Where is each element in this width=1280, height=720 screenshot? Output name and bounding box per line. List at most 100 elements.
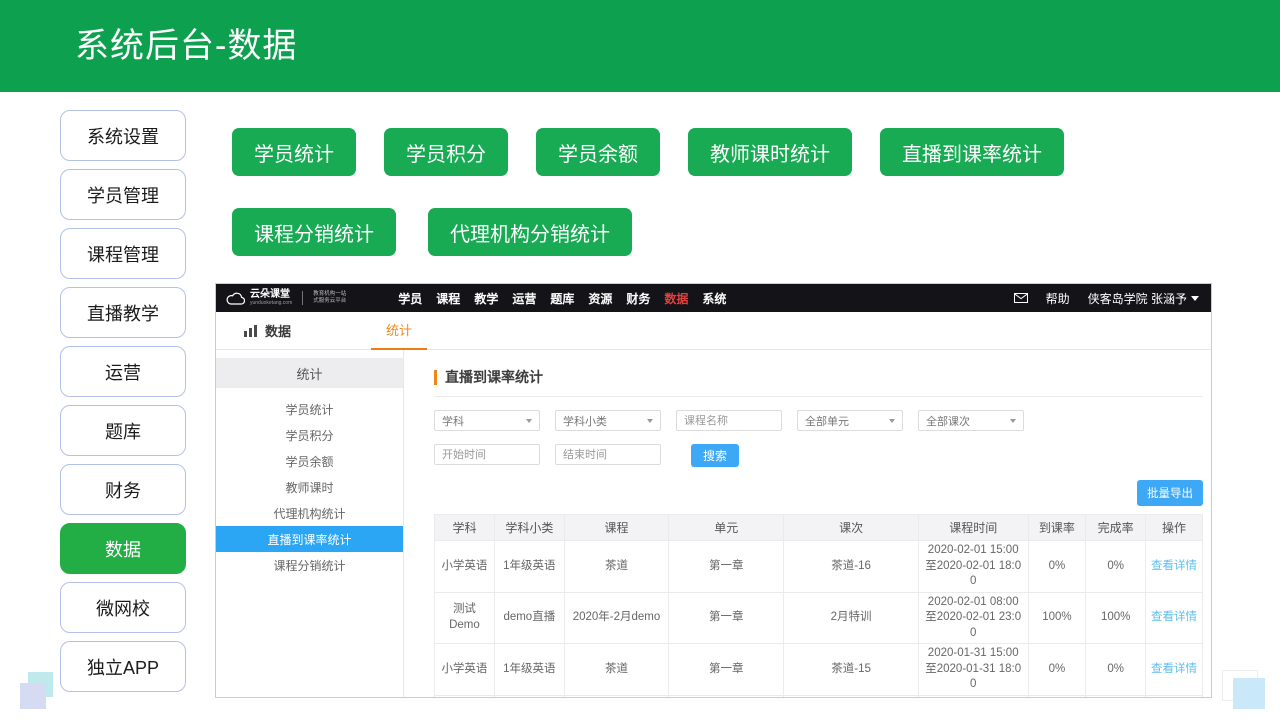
topnav-right: 帮助 侠客岛学院 张涵予 <box>1014 290 1201 307</box>
subcategory-select-value: 学科小类 <box>563 413 607 429</box>
sidebar-item-system-settings[interactable]: 系统设置 <box>60 110 186 161</box>
help-link[interactable]: 帮助 <box>1046 290 1070 307</box>
cell-lesson: 茶道-15 <box>784 644 918 696</box>
filters-row-2: 搜索 <box>434 444 1203 467</box>
cell-subcategory: 1年级英语 <box>494 695 564 698</box>
cell-attendance: 0% <box>1028 541 1086 593</box>
topmenu-courses[interactable]: 课程 <box>436 290 460 307</box>
subcategory-select[interactable]: 学科小类 <box>555 410 661 431</box>
cell-subject: 小学英语 <box>435 695 495 698</box>
cell-actions: 查看详情 <box>1146 541 1203 593</box>
panel-divider <box>434 396 1203 397</box>
feature-student-stats-button[interactable]: 学员统计 <box>232 128 356 176</box>
mail-icon[interactable] <box>1014 293 1028 303</box>
sidebar-item-micro-school[interactable]: 微网校 <box>60 582 186 633</box>
topmenu-resources[interactable]: 资源 <box>588 290 612 307</box>
page: 系统后台-数据 系统设置 学员管理 课程管理 直播教学 运营 题库 财务 数据 … <box>0 0 1280 720</box>
cell-unit: 第一章 <box>669 592 784 644</box>
col-subject: 学科 <box>435 515 495 541</box>
col-course: 课程 <box>564 515 668 541</box>
cell-unit: 第一章 <box>669 541 784 593</box>
sidebar-item-student-mgmt[interactable]: 学员管理 <box>60 169 186 220</box>
cell-subcategory: 1年级英语 <box>494 541 564 593</box>
menu-agency-stats[interactable]: 代理机构统计 <box>216 500 403 526</box>
search-button[interactable]: 搜索 <box>691 444 739 467</box>
topmenu-question-bank[interactable]: 题库 <box>550 290 574 307</box>
feature-course-distribution-button[interactable]: 课程分销统计 <box>232 208 396 256</box>
cell-course-time: 2020-01-31 15:00至2020-01-31 18:00 <box>918 644 1028 696</box>
logo-name: 云朵课堂 <box>250 290 292 300</box>
banner: 系统后台-数据 <box>0 0 1280 92</box>
col-lesson: 课次 <box>784 515 918 541</box>
sidebar-item-course-mgmt[interactable]: 课程管理 <box>60 228 186 279</box>
cell-subcategory: demo直播 <box>494 592 564 644</box>
cell-actions: 查看详情 <box>1146 592 1203 644</box>
sidebar-item-operations[interactable]: 运营 <box>60 346 186 397</box>
account-menu[interactable]: 侠客岛学院 张涵予 <box>1088 290 1199 307</box>
table-row: 小学英语 1年级英语 寒假辅导 第一章 寒假辅导-5 2020-01-31 09… <box>435 695 1203 698</box>
topmenu-operations[interactable]: 运营 <box>512 290 536 307</box>
cell-course-time: 2020-01-31 09:00至2020-01-31 18:00 <box>918 695 1028 698</box>
admin-body: 统计 学员统计 学员积分 学员余额 教师课时 代理机构统计 直播到课率统计 课程… <box>216 350 1211 697</box>
feature-row-2: 课程分销统计 代理机构分销统计 <box>232 208 632 256</box>
view-details-link[interactable]: 查看详情 <box>1151 560 1197 572</box>
feature-agency-distribution-button[interactable]: 代理机构分销统计 <box>428 208 632 256</box>
feature-student-balance-button[interactable]: 学员余额 <box>536 128 660 176</box>
admin-screenshot: 云朵课堂 yunduoketang.com 教育机构一站 式服务云平台 学员 课… <box>215 283 1212 698</box>
cell-attendance: 0% <box>1028 644 1086 696</box>
decor-square-cyan <box>1233 678 1265 709</box>
course-name-input[interactable] <box>676 410 782 431</box>
feature-teacher-hours-button[interactable]: 教师课时统计 <box>688 128 852 176</box>
menu-attendance-rate[interactable]: 直播到课率统计 <box>216 526 403 552</box>
view-details-link[interactable]: 查看详情 <box>1151 663 1197 675</box>
sidebar-item-live-teaching[interactable]: 直播教学 <box>60 287 186 338</box>
title-accent-bar <box>434 370 437 385</box>
sidebar-item-standalone-app[interactable]: 独立APP <box>60 641 186 692</box>
topmenu-system[interactable]: 系统 <box>702 290 726 307</box>
view-details-link[interactable]: 查看详情 <box>1151 611 1197 623</box>
panel-title: 直播到课率统计 <box>434 367 1203 387</box>
sidebar-item-finance[interactable]: 财务 <box>60 464 186 515</box>
sidebar-item-data[interactable]: 数据 <box>60 523 186 574</box>
unit-select[interactable]: 全部单元 <box>797 410 903 431</box>
filters-row-1: 学科 学科小类 全部单元 全部课次 <box>434 410 1203 431</box>
admin-topnav: 云朵课堂 yunduoketang.com 教育机构一站 式服务云平台 学员 课… <box>216 284 1211 312</box>
cell-completion: 0% <box>1086 644 1146 696</box>
col-subcategory: 学科小类 <box>494 515 564 541</box>
menu-teacher-hours[interactable]: 教师课时 <box>216 474 403 500</box>
end-time-input[interactable] <box>555 444 661 465</box>
col-completion-rate: 完成率 <box>1086 515 1146 541</box>
menu-student-balance[interactable]: 学员余额 <box>216 448 403 474</box>
lesson-select-value: 全部课次 <box>926 413 970 429</box>
feature-student-points-button[interactable]: 学员积分 <box>384 128 508 176</box>
topmenu-students[interactable]: 学员 <box>398 290 422 307</box>
cell-completion: 0% <box>1086 541 1146 593</box>
cell-course: 寒假辅导 <box>564 695 668 698</box>
topmenu-data[interactable]: 数据 <box>664 290 688 307</box>
topmenu-teaching[interactable]: 教学 <box>474 290 498 307</box>
unit-select-value: 全部单元 <box>805 413 849 429</box>
menu-student-points[interactable]: 学员积分 <box>216 422 403 448</box>
tab-statistics[interactable]: 统计 <box>368 312 430 350</box>
table-row: 小学英语 1年级英语 茶道 第一章 茶道-16 2020-02-01 15:00… <box>435 541 1203 593</box>
stats-menu-list: 学员统计 学员积分 学员余额 教师课时 代理机构统计 直播到课率统计 课程分销统… <box>216 388 403 578</box>
subject-select[interactable]: 学科 <box>434 410 540 431</box>
account-name: 侠客岛学院 张涵予 <box>1088 290 1187 307</box>
subnav-section: 数据 <box>216 321 291 340</box>
cell-subject: 小学英语 <box>435 541 495 593</box>
start-time-input[interactable] <box>434 444 540 465</box>
logo-text: 云朵课堂 yunduoketang.com <box>250 290 292 306</box>
cell-course-time: 2020-02-01 15:00至2020-02-01 18:00 <box>918 541 1028 593</box>
feature-attendance-rate-button[interactable]: 直播到课率统计 <box>880 128 1064 176</box>
sidebar-item-question-bank[interactable]: 题库 <box>60 405 186 456</box>
batch-export-button[interactable]: 批量导出 <box>1137 480 1203 506</box>
menu-student-stats[interactable]: 学员统计 <box>216 396 403 422</box>
chevron-down-icon <box>526 419 532 423</box>
attendance-table: 学科 学科小类 课程 单元 课次 课程时间 到课率 完成率 操作 <box>434 514 1203 698</box>
table-row: 测试Demo demo直播 2020年-2月demo 第一章 2月特训 2020… <box>435 592 1203 644</box>
topmenu-finance[interactable]: 财务 <box>626 290 650 307</box>
stats-side-menu: 统计 学员统计 学员积分 学员余额 教师课时 代理机构统计 直播到课率统计 课程… <box>216 350 404 697</box>
logo[interactable]: 云朵课堂 yunduoketang.com 教育机构一站 式服务云平台 <box>226 290 346 306</box>
menu-course-distribution[interactable]: 课程分销统计 <box>216 552 403 578</box>
lesson-select[interactable]: 全部课次 <box>918 410 1024 431</box>
